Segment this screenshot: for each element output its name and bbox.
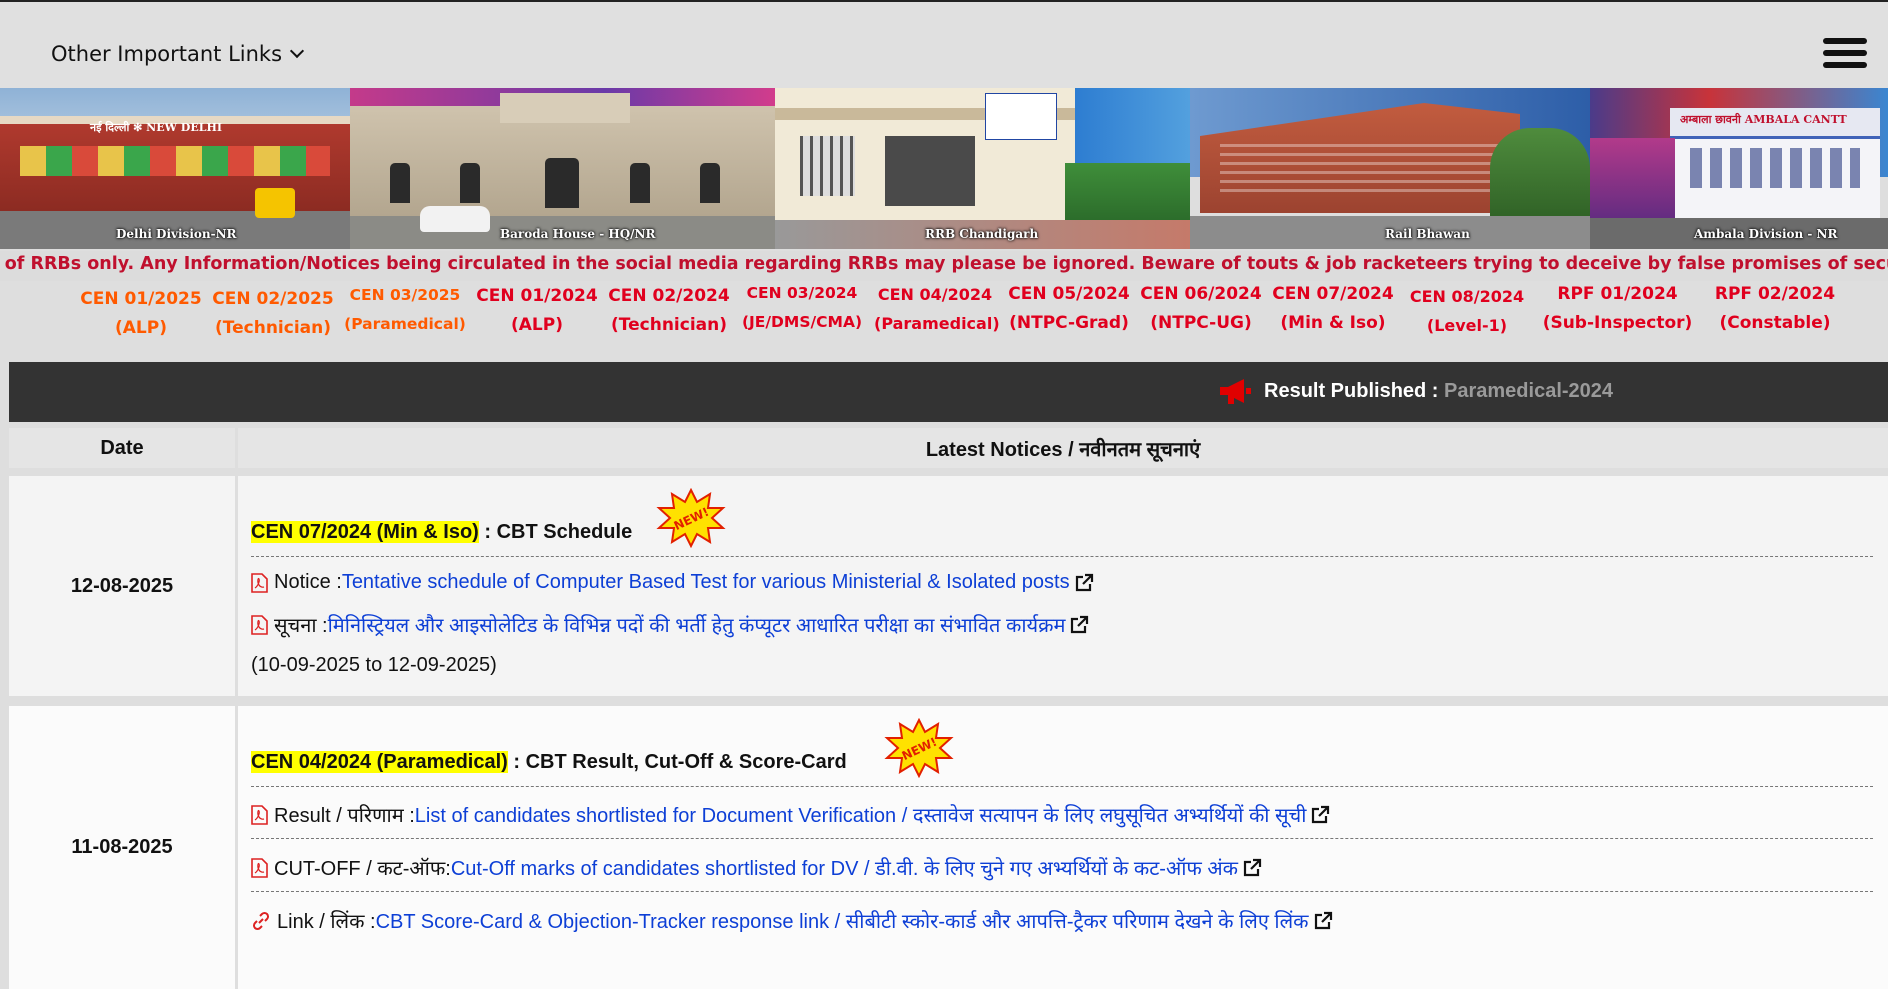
notice-link-hindi[interactable]: मिनिस्ट्रियल और आइसोलेटिड के विभिन्न पदो… bbox=[328, 611, 1066, 638]
banner-photo-ambala: अम्बाला छावनी AMBALA CANTT Ambala Divisi… bbox=[1590, 88, 1888, 249]
cen-link-03-2024[interactable]: CEN 03/2024 (JE/DMS/CMA) bbox=[736, 279, 868, 337]
notice-date: 11-08-2025 bbox=[9, 706, 235, 989]
chevron-down-icon bbox=[289, 43, 305, 59]
notice-cen-tag: CEN 04/2024 (Paramedical) bbox=[251, 751, 508, 773]
external-link-icon[interactable] bbox=[1074, 573, 1094, 593]
cen-link-02-2025[interactable]: CEN 02/2025 (Technician) bbox=[212, 285, 334, 343]
table-row: 11-08-2025 CEN 04/2024 (Paramedical) : C… bbox=[9, 706, 1888, 989]
banner-photo-rrb-chandigarh: RRB Chandigarh bbox=[775, 88, 1190, 249]
pdf-icon bbox=[251, 614, 268, 635]
table-row: 12-08-2025 CEN 07/2024 (Min & Iso) : CBT… bbox=[9, 476, 1888, 696]
notice-item: सूचना : मिनिस्ट्रियल और आइसोलेटिड के विभ… bbox=[251, 611, 1089, 638]
hamburger-menu-icon[interactable] bbox=[1823, 38, 1867, 72]
cen-link-06-2024[interactable]: CEN 06/2024 (NTPC-UG) bbox=[1136, 280, 1266, 338]
banner-photo-baroda-house: Baroda House - HQ/NR bbox=[350, 88, 775, 249]
pdf-icon bbox=[251, 857, 268, 878]
megaphone-icon bbox=[1220, 379, 1251, 404]
result-published-bar: Result Published : Paramedical-2024 bbox=[9, 362, 1888, 422]
cen-link-08-2024[interactable]: CEN 08/2024 (Level-1) bbox=[1402, 282, 1532, 340]
other-links-label: Other Important Links bbox=[51, 42, 283, 66]
new-badge-icon: NEW! bbox=[884, 718, 954, 778]
banner-photo-rail-bhawan: Rail Bhawan bbox=[1190, 88, 1590, 249]
cen-link-07-2024[interactable]: CEN 07/2024 (Min & Iso) bbox=[1268, 280, 1398, 338]
caption-rail-bhawan: Rail Bhawan bbox=[1385, 227, 1470, 241]
notice-item: Link / लिंक : CBT Score-Card & Objection… bbox=[251, 907, 1333, 934]
external-link-icon[interactable] bbox=[1242, 858, 1262, 878]
caption-baroda-house: Baroda House - HQ/NR bbox=[500, 227, 656, 241]
external-link-icon[interactable] bbox=[1310, 805, 1330, 825]
banner-photo-delhi: नई दिल्ली ✻ NEW DELHI Delhi Division-NR bbox=[0, 88, 350, 249]
scorecard-link[interactable]: CBT Score-Card & Objection-Tracker respo… bbox=[376, 907, 1309, 934]
result-link[interactable]: List of candidates shortlisted for Docum… bbox=[415, 801, 1307, 828]
notice-cen-tag: CEN 07/2024 (Min & Iso) bbox=[251, 521, 479, 543]
notice-link-english[interactable]: Tentative schedule of Computer Based Tes… bbox=[342, 571, 1070, 594]
cen-link-05-2024[interactable]: CEN 05/2024 (NTPC-Grad) bbox=[1004, 280, 1134, 338]
station-sign-new-delhi: नई दिल्ली ✻ NEW DELHI bbox=[90, 121, 222, 134]
cen-link-04-2024[interactable]: CEN 04/2024 (Paramedical) bbox=[874, 280, 1000, 338]
header-banner: नई दिल्ली ✻ NEW DELHI Delhi Division-NR … bbox=[0, 88, 1888, 249]
notice-date: 12-08-2025 bbox=[9, 476, 235, 696]
notice-date-range: (10-09-2025 to 12-09-2025) bbox=[251, 654, 497, 676]
pdf-icon bbox=[251, 804, 268, 825]
notice-title: CEN 07/2024 (Min & Iso) : CBT Schedule bbox=[251, 521, 633, 543]
notice-title: CEN 04/2024 (Paramedical) : CBT Result, … bbox=[251, 751, 847, 773]
notice-item: CUT-OFF / कट-ऑफ: Cut-Off marks of candid… bbox=[251, 854, 1262, 881]
cen-link-02-2024[interactable]: CEN 02/2024 (Technician) bbox=[608, 282, 730, 340]
cen-links-bar: CEN 01/2025 (ALP) CEN 02/2025 (Technician)… bbox=[80, 282, 1850, 350]
notice-item: Notice : Tentative schedule of Computer … bbox=[251, 571, 1094, 594]
notice-content: CEN 04/2024 (Paramedical) : CBT Result, … bbox=[238, 706, 1888, 989]
external-link-icon[interactable] bbox=[1069, 615, 1089, 635]
marquee-notice: ites of RRBs only. Any Information/Notic… bbox=[0, 251, 1888, 281]
rpf-link-02-2024[interactable]: RPF 02/2024 (Constable) bbox=[1700, 280, 1850, 338]
cutoff-link[interactable]: Cut-Off marks of candidates shortlisted … bbox=[451, 854, 1238, 881]
other-links-dropdown[interactable]: Other Important Links bbox=[51, 42, 305, 66]
external-link-icon[interactable] bbox=[1313, 911, 1333, 931]
notice-item: Result / परिणाम : List of candidates sho… bbox=[251, 801, 1330, 828]
new-badge-icon: NEW! bbox=[656, 488, 726, 548]
caption-rrb-chandigarh: RRB Chandigarh bbox=[925, 227, 1039, 241]
result-published-text[interactable]: Result Published : Paramedical-2024 bbox=[1264, 380, 1613, 403]
pdf-icon bbox=[251, 572, 268, 593]
header-date: Date bbox=[9, 428, 235, 468]
result-published-value[interactable]: Paramedical-2024 bbox=[1444, 380, 1613, 402]
caption-ambala: Ambala Division - NR bbox=[1694, 227, 1838, 241]
rpf-link-01-2024[interactable]: RPF 01/2024 (Sub-Inspector) bbox=[1530, 280, 1705, 338]
cen-link-03-2025[interactable]: CEN 03/2025 (Paramedical) bbox=[344, 281, 466, 339]
header-latest-notices: Latest Notices / नवीनतम सूचनाएं bbox=[238, 428, 1888, 468]
station-sign-ambala: अम्बाला छावनी AMBALA CANTT bbox=[1680, 113, 1847, 126]
notice-content: CEN 07/2024 (Min & Iso) : CBT Schedule N… bbox=[238, 476, 1888, 696]
cen-link-01-2025[interactable]: CEN 01/2025 (ALP) bbox=[80, 285, 202, 343]
marquee-text: ites of RRBs only. Any Information/Notic… bbox=[0, 254, 1888, 274]
link-icon bbox=[252, 911, 270, 930]
caption-delhi: Delhi Division-NR bbox=[116, 227, 237, 241]
cen-link-01-2024[interactable]: CEN 01/2024 (ALP) bbox=[476, 282, 598, 340]
